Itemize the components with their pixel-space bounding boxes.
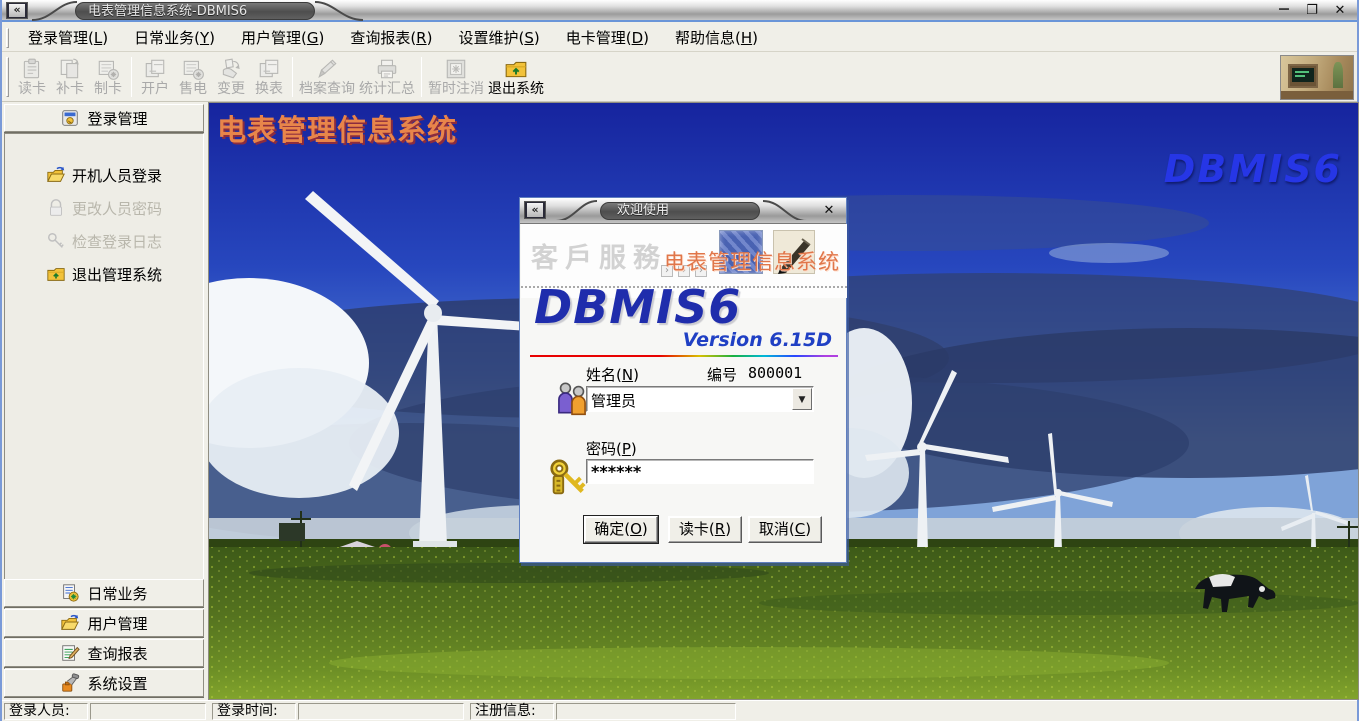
menu-login-manage[interactable]: 登录管理(L): [15, 26, 121, 50]
toolbar-sell-power: 售电: [174, 54, 212, 100]
close-button[interactable]: ✕: [1331, 2, 1349, 20]
menu-card-manage[interactable]: 电卡管理(D): [553, 26, 662, 50]
titlebar-ornament: [762, 198, 808, 220]
status-login-user-value: [90, 703, 206, 720]
banner-service-text: 客戶服務: [531, 236, 667, 275]
toolbar-photo: [1280, 55, 1354, 100]
dialog-brand: DBMIS6: [534, 280, 741, 334]
toolbar-open-account: 开户: [136, 54, 174, 100]
stats-summary-icon: [375, 57, 399, 81]
user-manage-icon: [60, 613, 80, 633]
change-info-icon: [219, 57, 243, 81]
status-register-info-label: 注册信息:: [470, 703, 554, 720]
change-password-icon: [46, 198, 66, 218]
read-card-button[interactable]: 读卡(R): [668, 516, 742, 543]
app-logo-icon: «: [6, 2, 28, 19]
check-log-icon: [46, 231, 66, 251]
status-login-time-value: [298, 703, 464, 720]
sidebar-section-user-manage[interactable]: 用户管理: [4, 609, 204, 637]
menu-help-info[interactable]: 帮助信息(H): [662, 26, 771, 50]
password-label: 密码(P): [586, 438, 637, 459]
toolbar-grip[interactable]: [6, 57, 9, 97]
menu-user-manage[interactable]: 用户管理(G): [228, 26, 337, 50]
chevron-down-icon[interactable]: ▼: [792, 388, 812, 410]
menu-bar: 登录管理(L) 日常业务(Y) 用户管理(G) 查询报表(R) 设置维护(S) …: [2, 24, 1357, 52]
main-overlay-brand: DBMIS6: [1164, 147, 1342, 191]
menu-grip[interactable]: [6, 28, 9, 48]
report-query-icon: [60, 643, 80, 663]
toolbar-archive-query: 档案查询: [297, 54, 357, 100]
sidebar-item-check-login-log: 检查登录日志: [5, 228, 203, 254]
toolbar-separator: [131, 57, 132, 97]
open-account-icon: [143, 57, 167, 81]
toolbar-read-card: 读卡: [13, 54, 51, 100]
window-titlebar[interactable]: « 电表管理信息系统-DBMIS6 － ❐ ✕: [2, 0, 1357, 22]
dialog-close-button[interactable]: ✕: [820, 202, 838, 220]
sidebar-item-change-password: 更改人员密码: [5, 195, 203, 221]
menu-settings-maintain[interactable]: 设置维护(S): [445, 26, 552, 50]
status-bar: 登录人员: 登录时间: 注册信息:: [2, 700, 1357, 721]
dialog-title: 欢迎使用: [600, 202, 760, 220]
titlebar-ornament: [314, 0, 364, 22]
menu-report-query[interactable]: 查询报表(R): [337, 26, 445, 50]
dialog-titlebar[interactable]: « 欢迎使用 ✕: [520, 198, 846, 224]
application-window: « 电表管理信息系统-DBMIS6 － ❐ ✕ 登录管理(L) 日常业务(Y) …: [0, 0, 1359, 721]
replace-meter-icon: [257, 57, 281, 81]
sidebar-section-report-query[interactable]: 查询报表: [4, 639, 204, 667]
login-dialog: « 欢迎使用 ✕ 客戶服務 › › › 电表管理信息系统 DBMIS6 Vers…: [519, 197, 847, 563]
exit-system-icon: [504, 57, 528, 81]
open-folder-icon: [46, 165, 66, 185]
card-reissue-icon: [58, 57, 82, 81]
temp-logout-icon: [444, 57, 468, 81]
toolbar-separator: [421, 57, 422, 97]
rainbow-divider: [530, 355, 838, 357]
dialog-version: Version 6.15D: [683, 329, 832, 351]
toolbar-exit-system[interactable]: 退出系统: [486, 54, 546, 100]
exit-folder-icon: [46, 264, 66, 284]
toolbar-temp-logout: 暂时注消: [426, 54, 486, 100]
sidebar-section-system-settings[interactable]: 系统设置: [4, 669, 204, 697]
operator-name-combobox[interactable]: 管理员 ▼: [586, 386, 814, 412]
titlebar-ornament: [32, 0, 78, 22]
sidebar: 登录管理 开机人员登录 更改人员密码 检查登录日志 退出管理系统 日常业务: [2, 102, 208, 700]
toolbar-replace-meter: 换表: [250, 54, 288, 100]
password-input[interactable]: [586, 459, 814, 484]
dialog-subtitle: 电表管理信息系统: [664, 246, 840, 276]
status-login-time-label: 登录时间:: [212, 703, 296, 720]
window-title: 电表管理信息系统-DBMIS6: [75, 2, 315, 20]
main-overlay-title: 电表管理信息系统: [217, 107, 457, 149]
name-label: 姓名(N): [586, 364, 639, 385]
cancel-button[interactable]: 取消(C): [748, 516, 822, 543]
titlebar-ornament: [556, 198, 598, 220]
restore-button[interactable]: ❐: [1303, 2, 1321, 20]
sell-power-icon: [181, 57, 205, 81]
toolbar-change-info: 变更: [212, 54, 250, 100]
number-value: 800001: [748, 364, 802, 382]
system-settings-icon: [60, 673, 80, 693]
minimize-button[interactable]: －: [1275, 2, 1293, 20]
card-make-icon: [96, 57, 120, 81]
sidebar-section-login-manage[interactable]: 登录管理: [4, 104, 204, 132]
keys-icon: [546, 456, 588, 500]
toolbar-make-card: 制卡: [89, 54, 127, 100]
users-icon: [554, 378, 590, 418]
ok-button[interactable]: 确定(O): [584, 516, 658, 543]
card-read-icon: [20, 57, 44, 81]
archive-query-icon: [315, 57, 339, 81]
status-login-user-label: 登录人员:: [4, 703, 88, 720]
toolbar: 读卡 补卡 制卡 开户 售电 变更 换表 档案查询 统计汇总 暂时注消 退出系统: [2, 53, 1357, 102]
dialog-logo-icon: «: [524, 201, 546, 219]
sidebar-item-operator-login[interactable]: 开机人员登录: [5, 162, 203, 188]
operator-name-value: 管理员: [591, 390, 636, 411]
daily-business-icon: [60, 583, 80, 603]
menu-daily-business[interactable]: 日常业务(Y): [121, 26, 228, 50]
number-label: 编号: [707, 364, 737, 385]
sidebar-item-exit-system[interactable]: 退出管理系统: [5, 261, 203, 287]
status-register-info-value: [556, 703, 736, 720]
toolbar-stats-summary: 统计汇总: [357, 54, 417, 100]
sidebar-section-daily-business[interactable]: 日常业务: [4, 579, 204, 607]
toolbar-separator: [292, 57, 293, 97]
toolbar-reissue-card: 补卡: [51, 54, 89, 100]
login-manage-icon: [60, 108, 80, 128]
